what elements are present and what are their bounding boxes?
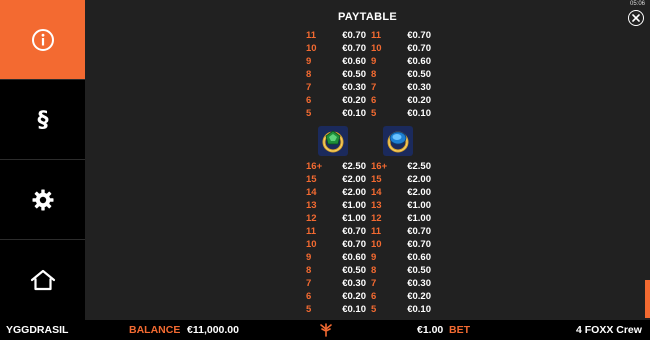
settings-button[interactable] — [0, 160, 85, 239]
divider — [0, 239, 85, 240]
info-button[interactable] — [0, 0, 85, 79]
balance-label: BALANCE — [129, 324, 181, 336]
brand-label: YGGDRASIL — [6, 324, 69, 336]
paytable-row: 9 €0.60 — [306, 252, 366, 263]
paytable-row: 11 €0.70 — [306, 226, 366, 237]
paytable-row: 12 €1.00 — [371, 213, 431, 224]
paytable-row: 11 €0.70 — [306, 30, 366, 41]
paytable-row: 6 €0.20 — [371, 95, 431, 106]
gear-icon — [32, 189, 53, 210]
home-button[interactable] — [0, 240, 85, 319]
paytable-row: 13 €1.00 — [371, 200, 431, 211]
paytable-row: 6 €0.20 — [306, 95, 366, 106]
home-icon — [30, 269, 55, 290]
green-gem-ring-icon — [318, 126, 348, 156]
paytable-row: 7 €0.30 — [371, 278, 431, 289]
paytable-row: 10 €0.70 — [371, 239, 431, 250]
paytable-column: 16+ €2.50 15 €2.00 14 €2.00 13 €1.00 12 €1.00… — [306, 160, 366, 316]
paytable-column: 11 €0.70 10 €0.70 9 €0.60 8 €0.50 7 €0.30 6 €0… — [371, 29, 431, 120]
sidebar: § — [0, 0, 85, 320]
yggdrasil-tree-icon — [320, 323, 332, 337]
paytable-row: 9 €0.60 — [371, 56, 431, 67]
blue-gem-ring-icon — [383, 126, 413, 156]
paytable-row: 8 €0.50 — [306, 265, 366, 276]
paytable-row: 14 €2.00 — [306, 187, 366, 198]
scrollbar-thumb[interactable] — [645, 280, 650, 318]
paytable-row: 16+ €2.50 — [371, 161, 431, 172]
paytable-row: 6 €0.20 — [371, 291, 431, 302]
paytable-row: 8 €0.50 — [371, 265, 431, 276]
footer-bar: YGGDRASIL BALANCE €11,000.00 €1.00 BET 4… — [0, 320, 650, 340]
paytable-row: 7 €0.30 — [306, 278, 366, 289]
divider — [0, 79, 85, 80]
clock: 05:06 — [629, 1, 645, 7]
info-icon — [31, 28, 54, 51]
svg-text:§: § — [37, 108, 48, 133]
section-icon: § — [37, 108, 48, 133]
paytable-row: 12 €1.00 — [306, 213, 366, 224]
paytable-row: 5 €0.10 — [371, 108, 431, 119]
paytable-row: 8 €0.50 — [371, 69, 431, 80]
rules-button[interactable]: § — [0, 80, 85, 159]
balance-value: €11,000.00 — [187, 324, 239, 336]
paytable-row: 9 €0.60 — [371, 252, 431, 263]
paytable-row: 7 €0.30 — [306, 82, 366, 93]
paytable-row: 5 €0.10 — [306, 108, 366, 119]
paytable-row: 15 €2.00 — [306, 174, 366, 185]
paytable-row: 7 €0.30 — [371, 82, 431, 93]
paytable-row: 5 €0.10 — [371, 304, 431, 315]
paytable-row: 16+ €2.50 — [306, 161, 366, 172]
close-icon — [632, 14, 640, 22]
page-title: PAYTABLE — [337, 11, 398, 23]
paytable-column: 11 €0.70 10 €0.70 9 €0.60 8 €0.50 7 €0.30 6 €0… — [306, 29, 366, 120]
paytable-panel: PAYTABLE 05:06 11 €0.70 10 €0.70 9 €0.60 8 €… — [85, 0, 650, 320]
divider — [0, 159, 85, 160]
paytable-row: 14 €2.00 — [371, 187, 431, 198]
paytable-row: 9 €0.60 — [306, 56, 366, 67]
paytable-row: 11 €0.70 — [371, 226, 431, 237]
paytable-row: 10 €0.70 — [306, 43, 366, 54]
paytable-row: 15 €2.00 — [371, 174, 431, 185]
paytable-row: 5 €0.10 — [306, 304, 366, 315]
bet-label: BET — [449, 324, 470, 336]
paytable-row: 6 €0.20 — [306, 291, 366, 302]
paytable-row: 11 €0.70 — [371, 30, 431, 41]
close-button[interactable] — [628, 10, 644, 26]
paytable-row: 8 €0.50 — [306, 69, 366, 80]
paytable-row: 13 €1.00 — [306, 200, 366, 211]
paytable-row: 10 €0.70 — [371, 43, 431, 54]
paytable-column: 16+ €2.50 15 €2.00 14 €2.00 13 €1.00 12 €1.00… — [371, 160, 431, 316]
game-name: 4 FOXX Crew — [576, 324, 642, 336]
paytable-row: 10 €0.70 — [306, 239, 366, 250]
bet-value: €1.00 — [417, 324, 444, 336]
